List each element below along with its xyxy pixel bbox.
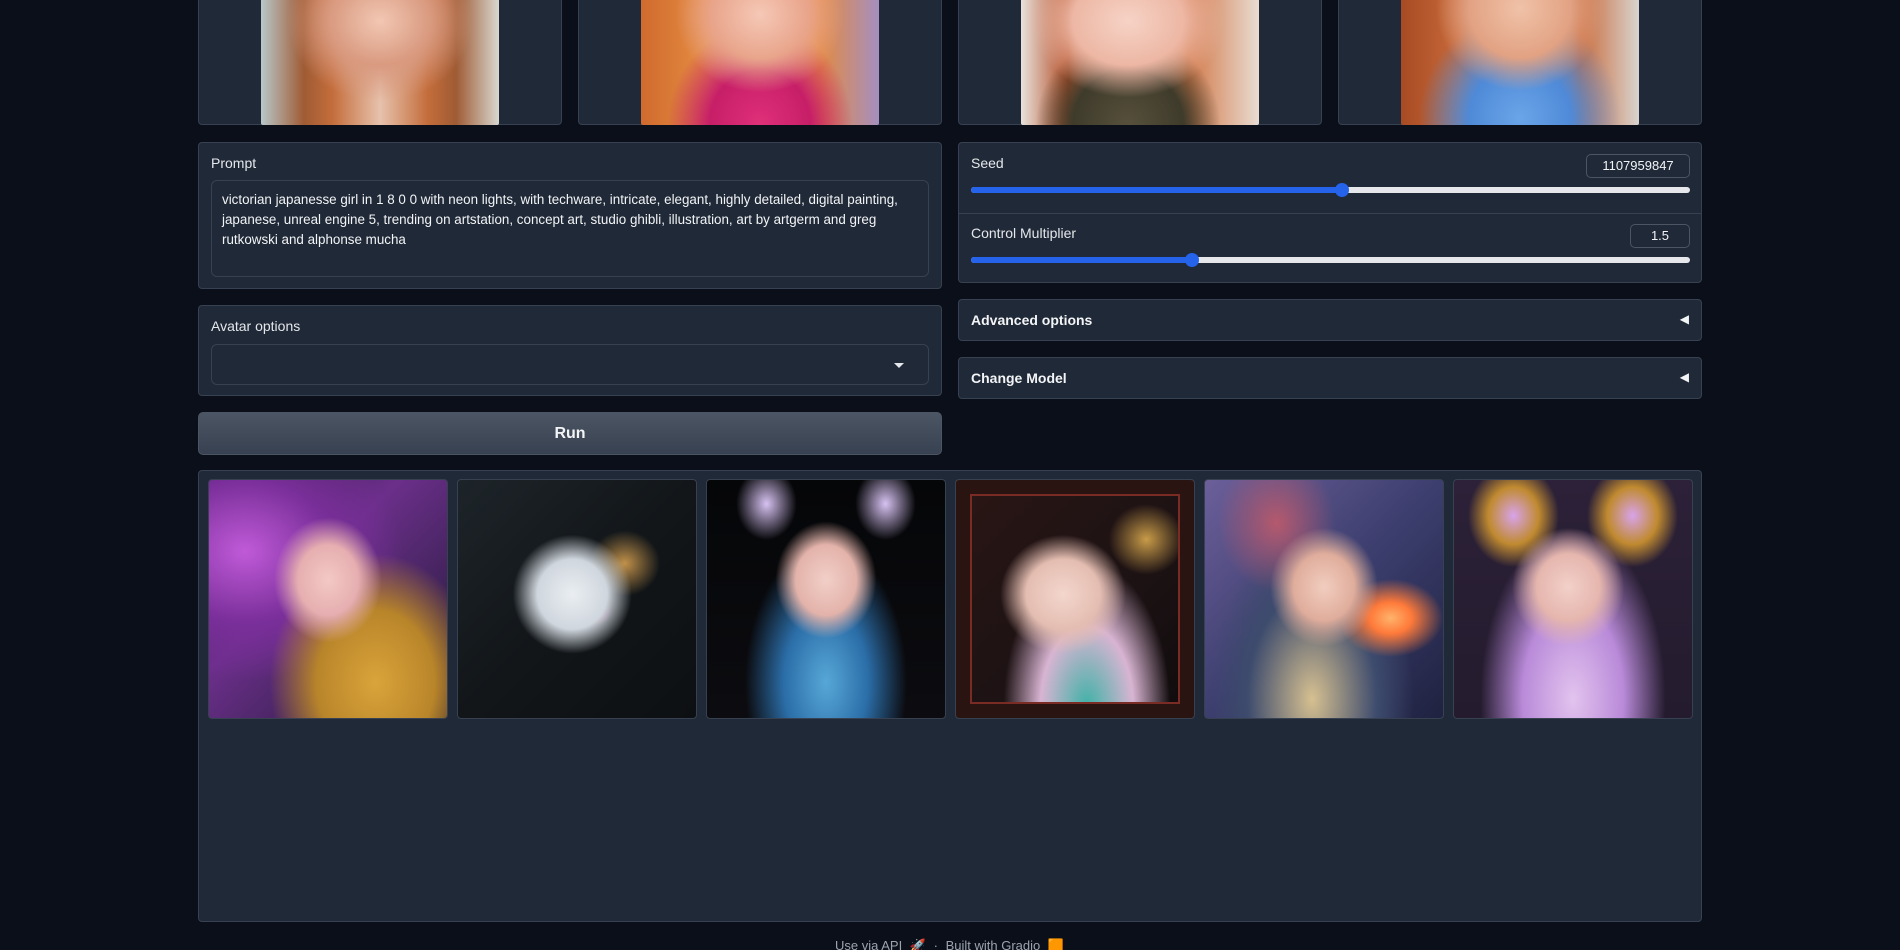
prompt-panel: Prompt victorian japanesse girl in 1 8 0… xyxy=(198,142,942,289)
top-image-2[interactable] xyxy=(641,0,879,125)
avatar-options-dropdown[interactable] xyxy=(211,344,929,385)
collapse-arrow-icon: ◀ xyxy=(1679,370,1689,384)
rocket-icon: 🚀 xyxy=(909,938,927,950)
slider-divider xyxy=(959,213,1701,214)
gallery-image-4[interactable] xyxy=(955,479,1195,719)
control-multiplier-slider[interactable] xyxy=(971,253,1690,267)
control-multiplier-slider-fill xyxy=(971,257,1192,263)
gallery-image-3[interactable] xyxy=(706,479,946,719)
gallery-image-2[interactable] xyxy=(457,479,697,719)
avatar-options-label: Avatar options xyxy=(211,318,301,334)
sliders-panel: Seed 1107959847 Control Multiplier 1.5 xyxy=(958,142,1702,283)
gallery-image-6[interactable] xyxy=(1453,479,1693,719)
top-image-panel-2 xyxy=(578,0,942,125)
seed-slider-thumb[interactable] xyxy=(1335,183,1349,197)
top-image-3[interactable] xyxy=(1021,0,1259,125)
built-with-gradio-link[interactable]: Built with Gradio xyxy=(946,938,1041,950)
top-image-1[interactable] xyxy=(261,0,499,125)
footer-separator: · xyxy=(933,938,938,950)
control-multiplier-slider-thumb[interactable] xyxy=(1184,253,1199,267)
prompt-label: Prompt xyxy=(211,155,257,171)
top-image-panel-1 xyxy=(198,0,562,125)
top-image-panel-4 xyxy=(1338,0,1702,125)
seed-slider[interactable] xyxy=(971,183,1690,197)
change-model-label: Change Model xyxy=(971,370,1067,386)
control-multiplier-label: Control Multiplier xyxy=(971,225,1077,241)
gallery-image-1[interactable] xyxy=(208,479,448,719)
avatar-options-panel: Avatar options xyxy=(198,305,942,396)
seed-number-input[interactable]: 1107959847 xyxy=(1586,154,1690,178)
seed-slider-fill xyxy=(971,187,1342,193)
gallery-image-5[interactable] xyxy=(1204,479,1444,719)
top-image-panel-3 xyxy=(958,0,1322,125)
output-gallery xyxy=(198,470,1702,922)
run-button[interactable]: Run xyxy=(198,412,942,455)
top-image-4[interactable] xyxy=(1401,0,1639,125)
seed-label: Seed xyxy=(971,155,1004,171)
advanced-options-accordion[interactable]: Advanced options ◀ xyxy=(958,299,1702,341)
footer: Use via API 🚀 · Built with Gradio 🟧 xyxy=(835,938,1068,950)
change-model-accordion[interactable]: Change Model ◀ xyxy=(958,357,1702,399)
prompt-textarea[interactable]: victorian japanesse girl in 1 8 0 0 with… xyxy=(211,180,929,277)
advanced-options-label: Advanced options xyxy=(971,312,1093,328)
collapse-arrow-icon: ◀ xyxy=(1679,312,1689,326)
control-multiplier-number-input[interactable]: 1.5 xyxy=(1630,224,1690,248)
chevron-down-icon xyxy=(894,363,904,368)
gradio-logo-icon: 🟧 xyxy=(1047,938,1065,950)
use-via-api-link[interactable]: Use via API xyxy=(835,938,902,950)
